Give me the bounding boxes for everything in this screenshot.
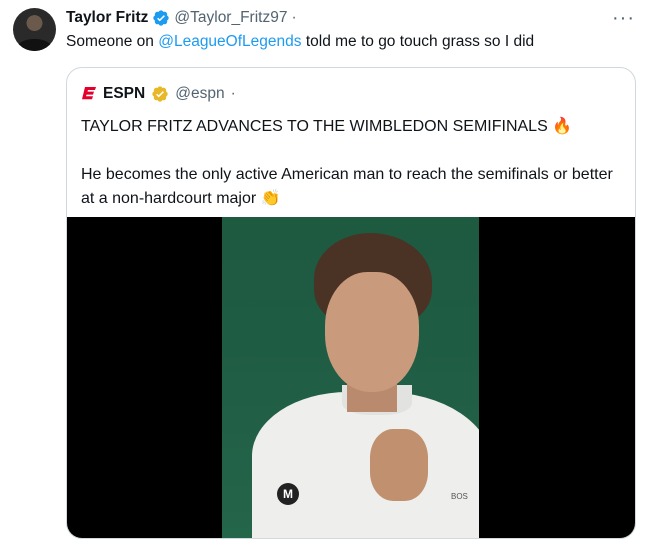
mention-link[interactable]: @LeagueOfLegends xyxy=(158,33,301,50)
tweet-text: Someone on @LeagueOfLegends told me to g… xyxy=(66,33,534,51)
quoted-author-handle[interactable]: @espn xyxy=(175,85,224,103)
photo-fist xyxy=(370,429,428,501)
author-name[interactable]: Taylor Fritz xyxy=(66,9,148,27)
avatar-silhouette xyxy=(17,39,52,51)
author-avatar[interactable] xyxy=(13,8,56,51)
quoted-header-separator: · xyxy=(230,85,236,102)
tweet-text-before: Someone on xyxy=(66,33,159,50)
verified-badge-icon xyxy=(153,10,170,26)
photo-face xyxy=(325,272,419,392)
espn-logo-icon xyxy=(82,87,96,100)
tennis-player-photo[interactable]: M BOS xyxy=(222,217,479,538)
quoted-tweet-text: TAYLOR FRITZ ADVANCES TO THE WIMBLEDON S… xyxy=(81,115,621,211)
quoted-tweet[interactable]: ESPN @espn · TAYLOR FRITZ ADVANCES TO TH… xyxy=(66,67,636,539)
header-separator: · xyxy=(291,9,297,26)
gold-verified-badge-icon xyxy=(152,86,168,102)
tweet-header: Taylor Fritz @Taylor_Fritz97 · xyxy=(66,8,297,28)
quoted-tweet-header: ESPN @espn · xyxy=(81,85,236,103)
shirt-logo-icon: M xyxy=(277,483,299,505)
shirt-brand-text: BOS xyxy=(451,492,468,501)
quoted-media[interactable]: M BOS xyxy=(67,217,635,538)
more-options-icon[interactable]: ··· xyxy=(612,7,635,30)
quoted-text-line1: TAYLOR FRITZ ADVANCES TO THE WIMBLEDON S… xyxy=(81,118,573,135)
quoted-author-name[interactable]: ESPN xyxy=(103,85,145,103)
author-handle[interactable]: @Taylor_Fritz97 xyxy=(174,9,287,27)
quoted-text-line2: He becomes the only active American man … xyxy=(81,166,613,207)
tweet-text-after: told me to go touch grass so I did xyxy=(301,33,535,50)
